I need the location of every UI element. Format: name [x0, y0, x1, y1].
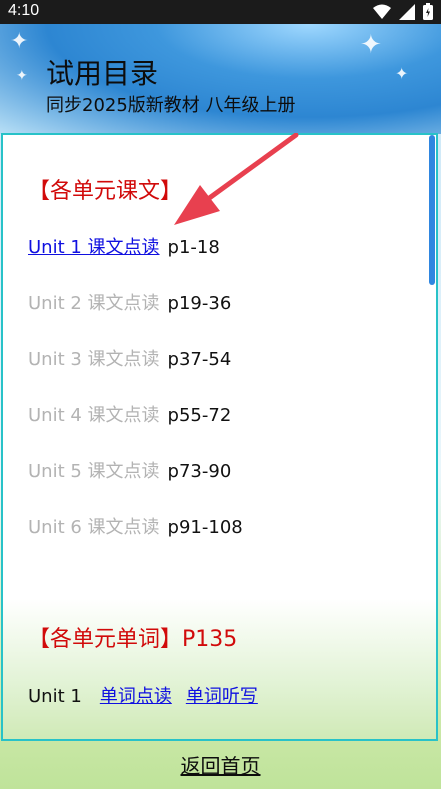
- section-heading-vocab: 【各单元单词】P135: [28, 627, 238, 652]
- page-subtitle: 同步2025版新教材 八年级上册: [46, 95, 296, 116]
- pointer-arrow-icon: [174, 133, 299, 225]
- battery-icon: [423, 3, 433, 24]
- unit-row: Unit 6 课文点读 p91-108: [28, 513, 243, 539]
- status-time: 4:10: [8, 2, 40, 19]
- vocab-unit-label: Unit 1: [28, 686, 82, 707]
- unit-5-label: Unit 5 课文点读: [28, 461, 160, 482]
- unit-4-label: Unit 4 课文点读: [28, 405, 160, 426]
- unit-3-label: Unit 3 课文点读: [28, 349, 160, 370]
- unit-pages: p37-54: [167, 349, 232, 370]
- back-home-link[interactable]: 返回首页: [0, 750, 441, 779]
- sparkle-icon: ✦: [16, 68, 28, 84]
- unit-row: Unit 5 课文点读 p73-90: [28, 457, 231, 483]
- wifi-icon: [373, 4, 391, 24]
- unit-6-label: Unit 6 课文点读: [28, 517, 160, 538]
- signal-icon: [399, 3, 415, 24]
- unit-pages: p55-72: [167, 405, 232, 426]
- status-bar: 4:10: [0, 0, 441, 24]
- unit-pages: p73-90: [167, 461, 232, 482]
- sparkle-icon: ✦: [10, 29, 29, 54]
- unit-1-link[interactable]: Unit 1 课文点读: [28, 237, 160, 258]
- status-icons: [373, 3, 433, 24]
- page-title: 试用目录: [46, 57, 159, 90]
- section-heading-texts: 【各单元课文】: [28, 179, 183, 204]
- unit-row: Unit 1 课文点读 p1-18: [28, 233, 220, 259]
- unit-pages: p19-36: [167, 293, 232, 314]
- unit-row: Unit 3 课文点读 p37-54: [28, 345, 231, 371]
- vocab-row: Unit 1 单词点读 单词听写: [28, 682, 258, 708]
- header-banner: ✦ ✦ ✦ ✦ 试用目录 同步2025版新教材 八年级上册: [0, 24, 441, 134]
- unit-row: Unit 4 课文点读 p55-72: [28, 401, 231, 427]
- scrollbar[interactable]: [429, 135, 435, 285]
- unit-2-label: Unit 2 课文点读: [28, 293, 160, 314]
- sparkle-icon: ✦: [395, 64, 409, 83]
- unit-row: Unit 2 课文点读 p19-36: [28, 289, 231, 315]
- word-read-link[interactable]: 单词点读: [100, 686, 172, 707]
- unit-pages: p91-108: [167, 517, 243, 538]
- word-dictation-link[interactable]: 单词听写: [186, 686, 258, 707]
- sparkle-icon: ✦: [360, 30, 382, 60]
- unit-pages: p1-18: [167, 237, 220, 258]
